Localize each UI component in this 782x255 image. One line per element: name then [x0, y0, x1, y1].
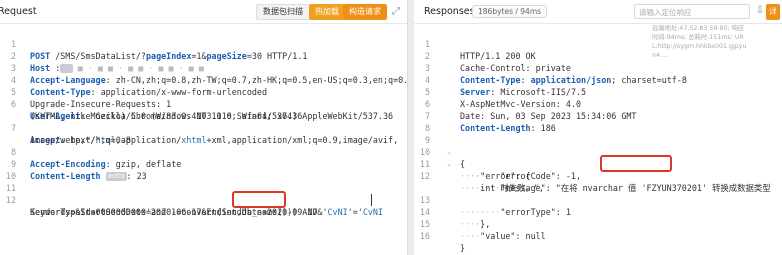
request-header: Request 数据包扫描 热加载 构造请求 ⤢ [0, 0, 407, 24]
code-line: 2 Host : ■ · ■ ■ · ■ ■ · ■ ■ · ■ ■ [0, 38, 407, 73]
code-line: 5 Upgrade-Insecure-Requests: 1 [0, 74, 407, 109]
code-line: 9 Content-Length auto: 23 [0, 146, 407, 181]
code-line: 8 [424, 123, 430, 133]
leaked-db-name: FZYUN370201 [646, 183, 702, 193]
construct-request-button[interactable]: 构造请求 [343, 4, 387, 20]
db-name-highlight-box [232, 191, 286, 208]
info-line: n4.... [652, 52, 669, 59]
response-search-input[interactable]: 请输入定位响应 [634, 4, 750, 19]
response-title: Responses [424, 6, 475, 17]
code-line: 4 Content-Type: application/x-www-form-u… [0, 62, 407, 97]
response-header: Responses 186bytes / 94ms 请输入定位响应 ⇩ 详 [414, 0, 782, 24]
download-icon[interactable]: ⇩ [753, 4, 767, 18]
hot-load-button[interactable]: 热加载 [309, 4, 345, 20]
leaked-db-name-highlight-box [600, 155, 672, 172]
code-line: 14 ····}, [419, 207, 491, 229]
text-cursor [371, 194, 372, 206]
info-line: 时间:94ms; 总耗时:151ms; UR [652, 34, 744, 41]
response-size-badge: 186bytes / 94ms [472, 5, 548, 18]
code-line-wrap: SenderTypeId=0000000000'and 1=convert(in… [0, 194, 407, 217]
code-line: 1 POST /SMS/SmsDataList/?pageIndex=1&pag… [0, 26, 407, 61]
code-line: 2 Cache-Control: private [424, 51, 571, 73]
code-line: 10 ⌄ ····"error": { [419, 147, 531, 181]
code-line: 6 Date: Sun, 03 Sep 2023 15:34:06 GMT [424, 99, 637, 121]
expand-icon[interactable]: ⤢ [389, 5, 403, 19]
code-line: 3 Accept-Language: zh-CN,zh;q=0.8,zh-TW;… [0, 50, 407, 85]
code-line: 9 ⌄ { [424, 135, 466, 169]
response-info-panel: 远端地址:47.52.83.59:80; 响应 时间:94ms; 总耗时:151… [652, 24, 782, 60]
code-line: 7 Accept: text/html,application/xhtml+xm… [0, 110, 407, 145]
db-name-highlight: db_name()) [241, 207, 293, 217]
code-line: 10 [0, 158, 407, 181]
info-line: 远端地址:47.52.83.59:80; 响应 [652, 25, 745, 32]
code-line-wrap: (KHTML, like Gecko) Chrome/83.0.4103.116… [0, 98, 407, 121]
packet-scan-button[interactable]: 数据包扫描 [256, 4, 310, 20]
code-line: 13 ········"errorType": 1 [419, 195, 571, 217]
code-line: 6 User-Agent: Mozilla/5.0 (Windows NT 10… [0, 86, 407, 121]
code-line: 1 HTTP/1.1 200 OK [424, 39, 536, 61]
code-line: 15 ····"value": null [419, 219, 546, 241]
code-line: 16 } [419, 231, 466, 253]
request-pane: Request 数据包扫描 热加载 构造请求 ⤢ 1 POST /SMS/Sms… [0, 0, 408, 255]
request-title: Request [0, 6, 37, 17]
sql-injection-payload: SenderTypeId=0000000000'and 1=convert(in… [30, 207, 383, 217]
code-line: 3 Content-Type: application/json; charse… [424, 63, 687, 85]
code-line: 11 [0, 170, 407, 193]
info-line: L:http://sygm.hhkbs001.gjpyu [652, 43, 747, 50]
code-line: 4 Server: Microsoft-IIS/7.5 [424, 75, 587, 97]
detail-button[interactable]: 详 [766, 4, 780, 20]
code-line: 7 Content-Length: 186 [424, 111, 556, 133]
code-line: 8 Accept-Encoding: gzip, deflate [0, 134, 407, 169]
code-line: 12 Keywords=&StartSendDate=2020-06-17&En… [0, 182, 407, 217]
code-line: 5 X-AspNetMvc-Version: 4.0 [424, 87, 582, 109]
code-line-wrap: image/webp,*/*;q=0.8 [0, 122, 407, 145]
